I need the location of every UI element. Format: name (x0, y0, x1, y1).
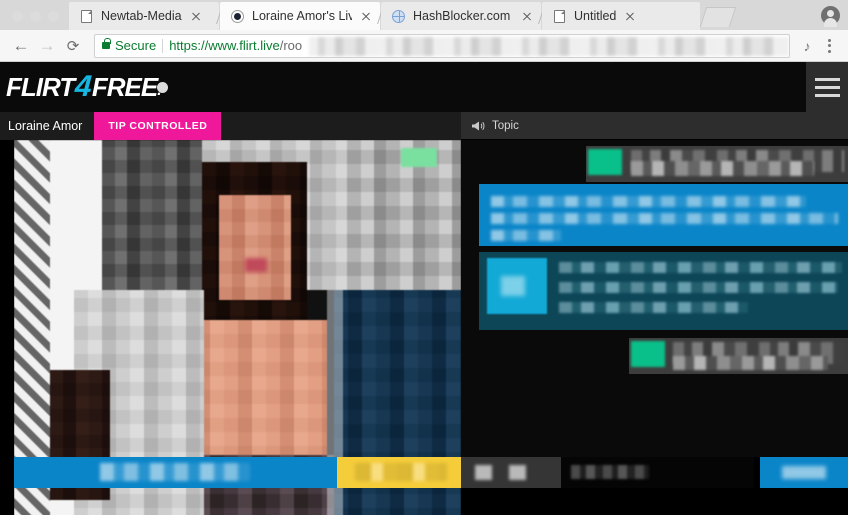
tab-title: Newtab-Media (101, 9, 182, 23)
site-header: FLIRT 4 FREE. (0, 62, 848, 112)
document-icon (552, 9, 567, 24)
chat-announcement (479, 184, 848, 246)
tab-list: Newtab-Media Loraine Amor's Live C HashB… (69, 0, 848, 30)
maximize-window-button[interactable] (48, 11, 59, 22)
hamburger-menu-icon[interactable] (806, 62, 848, 112)
music-note-icon[interactable]: ♪ (796, 35, 818, 57)
tab-hashblocker[interactable]: HashBlocker.com - Bl (381, 2, 541, 30)
url-redacted-region (309, 36, 789, 56)
address-bar[interactable]: Secure https://www.flirt.live/roo (94, 33, 790, 58)
forward-button[interactable]: → (34, 33, 60, 59)
tab-newtab-media[interactable]: Newtab-Media (69, 2, 219, 30)
logo-dot: . (157, 81, 169, 99)
control-primary-segment[interactable] (14, 457, 337, 488)
topic-bar[interactable]: Topic (461, 112, 848, 140)
camera-lens-icon (230, 9, 245, 24)
tip-controlled-badge: TIP CONTROLLED (94, 112, 222, 140)
chat-thumbnail[interactable] (487, 258, 547, 314)
document-icon (79, 9, 94, 24)
page-content: Loraine Amor TIP CONTROLLED Topic (0, 112, 848, 515)
minimize-window-button[interactable] (30, 11, 41, 22)
browser-window: Newtab-Media Loraine Amor's Live C HashB… (0, 0, 848, 515)
chat-panel: Topic (461, 112, 848, 515)
chat-action-icons[interactable] (461, 457, 561, 488)
reload-button[interactable]: ⟳ (60, 33, 86, 59)
control-primary-label-redacted (100, 463, 250, 481)
video-status-indicator (401, 148, 437, 167)
flirt4free-logo[interactable]: FLIRT 4 FREE. (6, 70, 169, 104)
chat-input-row (461, 457, 848, 488)
video-stage: Loraine Amor TIP CONTROLLED (0, 112, 461, 515)
tab-untitled[interactable]: Untitled (542, 2, 700, 30)
browser-toolbar: ← → ⟳ Secure https://www.flirt.live/roo … (0, 30, 848, 62)
logo-part-1: FLIRT (6, 71, 75, 102)
logo-part-2: FREE (91, 71, 158, 102)
logo-accent: 4 (74, 70, 93, 103)
page-bottom-filler (461, 488, 848, 515)
chat-icon-1[interactable] (475, 465, 492, 480)
globe-icon (391, 9, 406, 24)
control-secondary-label-redacted (355, 463, 447, 481)
close-icon[interactable] (622, 8, 638, 24)
tab-loraine-amor-live[interactable]: Loraine Amor's Live C (220, 2, 380, 30)
new-tab-button[interactable] (699, 7, 737, 27)
chat-input-placeholder-redacted (571, 465, 649, 479)
chat-icon-2[interactable] (509, 465, 526, 480)
send-button-label-redacted (782, 466, 826, 479)
web-page: VIRUS REMOVAL GUIDE FLIRT4FREE. FREE CRE… (0, 62, 848, 515)
url-path: /roo (279, 38, 303, 53)
chat-send-button[interactable] (760, 457, 848, 488)
close-window-button[interactable] (12, 11, 23, 22)
padlock-icon (102, 38, 111, 49)
tab-title: Loraine Amor's Live C (252, 9, 352, 23)
stage-info-bar: Loraine Amor TIP CONTROLLED (0, 112, 461, 140)
security-label: Secure (115, 38, 157, 53)
tab-strip: Newtab-Media Loraine Amor's Live C HashB… (0, 0, 848, 30)
url-origin: https://www.flirt.live (169, 38, 280, 53)
three-dot-menu-icon[interactable] (818, 35, 840, 57)
close-icon[interactable] (188, 8, 204, 24)
chat-media-message[interactable] (479, 252, 848, 330)
tab-title: HashBlocker.com - Bl (413, 9, 511, 23)
account-avatar-icon[interactable] (821, 6, 840, 27)
tab-title: Untitled (574, 9, 617, 23)
chat-message-input[interactable] (561, 457, 754, 488)
control-secondary-segment[interactable] (337, 457, 461, 488)
video-control-bar[interactable] (14, 457, 461, 488)
topic-label: Topic (492, 119, 519, 132)
close-icon[interactable] (519, 8, 535, 24)
close-icon[interactable] (358, 8, 374, 24)
megaphone-icon (471, 120, 485, 132)
back-button[interactable]: ← (8, 33, 34, 59)
model-name: Loraine Amor (8, 119, 83, 133)
window-traffic-lights (0, 11, 69, 30)
omnibox-divider (162, 38, 164, 53)
